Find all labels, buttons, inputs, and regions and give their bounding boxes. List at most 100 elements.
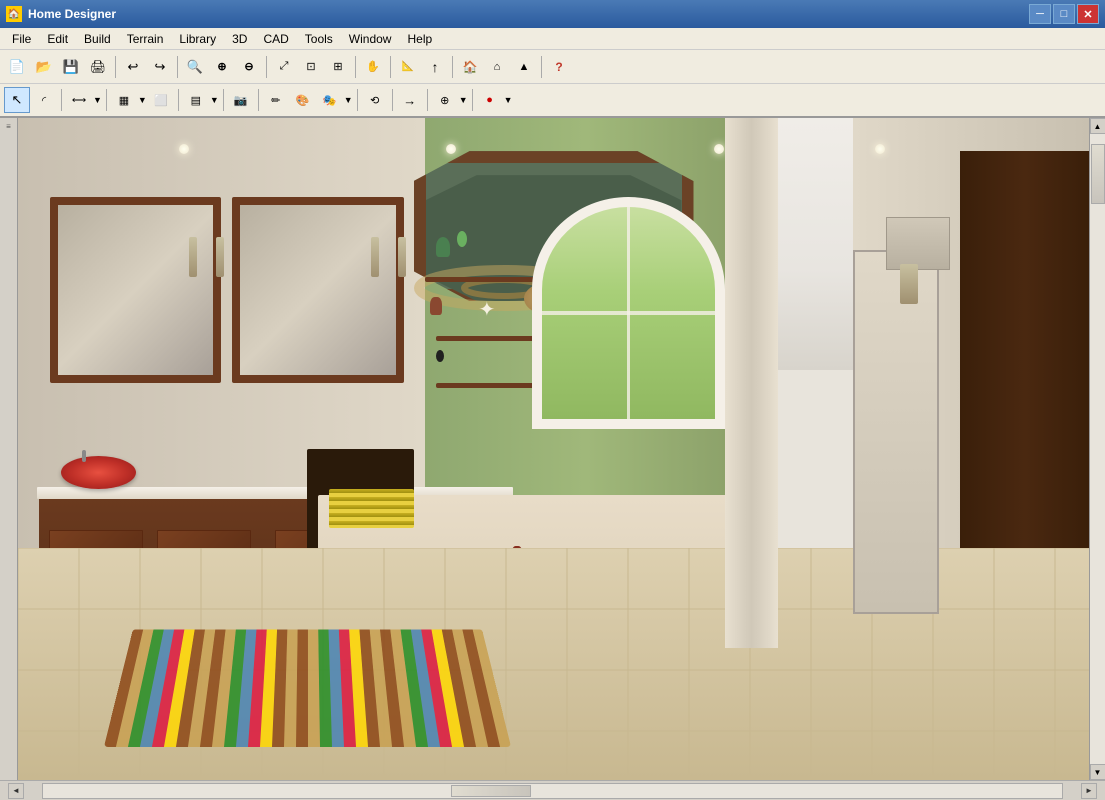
scroll-thumb-horizontal[interactable] <box>451 785 531 797</box>
material-button[interactable]: 🎭 <box>317 87 343 113</box>
menu-3d[interactable]: 3D <box>224 30 255 48</box>
sink-bowl-left <box>61 456 136 489</box>
separator-16 <box>472 89 473 111</box>
scroll-up-button[interactable]: ▲ <box>1090 118 1105 134</box>
zoom-in-button[interactable]: ⊕ <box>209 54 235 80</box>
dimension-button[interactable]: ⟷ <box>66 87 92 113</box>
transform-icon: ⟲ <box>370 94 379 107</box>
shower-area <box>853 250 939 614</box>
separator-12 <box>258 89 259 111</box>
menu-tools[interactable]: Tools <box>297 30 341 48</box>
shelf-vase-1 <box>436 237 450 257</box>
pan-icon: ✋ <box>366 60 380 73</box>
menu-help[interactable]: Help <box>399 30 440 48</box>
select-icon: ↖ <box>12 92 23 108</box>
camera-button[interactable]: 📷 <box>228 87 254 113</box>
vase-1 <box>430 297 442 315</box>
scroll-track-vertical[interactable] <box>1090 134 1105 764</box>
zoom-in-glass-button[interactable]: 🔍 <box>182 54 208 80</box>
save-button[interactable]: 💾 <box>58 54 84 80</box>
arc-select-button[interactable]: ◜ <box>31 87 57 113</box>
toolbar-1: 📄 📂 💾 🖨 ↩ ↪ 🔍 ⊕ ⊖ ⤢ ⊡ ⊞ ✋ 📐 ↑ <box>0 50 1105 84</box>
window-frame <box>532 197 725 429</box>
pencil-button[interactable]: ✏ <box>263 87 289 113</box>
separator-7 <box>541 56 542 78</box>
menu-terrain[interactable]: Terrain <box>119 30 172 48</box>
zoom-out-button[interactable]: ⊖ <box>236 54 262 80</box>
stairs-dropdown[interactable]: ▼ <box>210 95 219 105</box>
menu-window[interactable]: Window <box>341 30 400 48</box>
3d-house-button[interactable]: 🏠 <box>457 54 483 80</box>
transform-button[interactable]: ⟲ <box>362 87 388 113</box>
scroll-down-button[interactable]: ▼ <box>1090 764 1105 780</box>
record-icon: ● <box>486 94 493 106</box>
room-button[interactable]: ⬜ <box>148 87 174 113</box>
scrollbar-vertical[interactable]: ▲ ▼ <box>1089 118 1105 780</box>
left-panel: ≡ <box>0 118 18 780</box>
pan-button[interactable]: ✋ <box>360 54 386 80</box>
zoom-box-icon: ⊡ <box>306 60 315 73</box>
zoom-in-glass-icon: 🔍 <box>187 60 203 73</box>
close-button[interactable]: ✕ <box>1077 4 1099 24</box>
open-icon: 📂 <box>36 60 52 73</box>
scrollbar-horizontal[interactable] <box>42 783 1063 799</box>
wall-type-button[interactable]: ▦ <box>111 87 137 113</box>
roof-button[interactable]: ▲ <box>511 54 537 80</box>
sconce-right-1 <box>371 237 379 277</box>
pencil-icon: ✏ <box>271 94 280 107</box>
zoom-box-button[interactable]: ⊡ <box>298 54 324 80</box>
record-button[interactable]: ● <box>477 87 503 113</box>
cursor-plus-button[interactable]: ⊕ <box>432 87 458 113</box>
separator-10 <box>178 89 179 111</box>
arrow-right-icon: → <box>403 93 416 108</box>
select-button[interactable]: ↖ <box>4 87 30 113</box>
stairs-icon: ▤ <box>191 94 201 107</box>
colors-button[interactable]: 🎨 <box>290 87 316 113</box>
separator-2 <box>177 56 178 78</box>
canvas-area[interactable]: ✦ <box>18 118 1089 780</box>
mirror-left <box>50 197 221 382</box>
open-button[interactable]: 📂 <box>31 54 57 80</box>
redo-button[interactable]: ↪ <box>147 54 173 80</box>
maximize-button[interactable]: □ <box>1053 4 1075 24</box>
scroll-left-button[interactable]: ◄ <box>8 783 24 799</box>
menu-file[interactable]: File <box>4 30 39 48</box>
cursor-plus-dropdown[interactable]: ▼ <box>459 95 468 105</box>
sconce-left-2 <box>216 237 224 277</box>
arrow-right-button[interactable]: → <box>397 87 423 113</box>
print-button[interactable]: 🖨 <box>85 54 111 80</box>
dimension-dropdown[interactable]: ▼ <box>93 95 102 105</box>
status-bar: ◄ ► <box>0 780 1105 800</box>
zoom-box2-button[interactable]: ⊞ <box>325 54 351 80</box>
left-panel-icon: ≡ <box>6 122 11 131</box>
undo-button[interactable]: ↩ <box>120 54 146 80</box>
marker-button[interactable]: 📐 <box>395 54 421 80</box>
record-dropdown[interactable]: ▼ <box>504 95 513 105</box>
menu-cad[interactable]: CAD <box>255 30 296 48</box>
help-button[interactable]: ? <box>546 54 572 80</box>
scroll-right-button[interactable]: ► <box>1081 783 1097 799</box>
fill-window-icon: ⤢ <box>280 60 289 73</box>
wall-type-dropdown[interactable]: ▼ <box>138 95 147 105</box>
camera-icon: 📷 <box>234 94 248 107</box>
menu-edit[interactable]: Edit <box>39 30 76 48</box>
clock-object <box>436 350 444 362</box>
arc-select-icon: ◜ <box>42 94 46 107</box>
menu-build[interactable]: Build <box>76 30 119 48</box>
arrow-up-button[interactable]: ↑ <box>422 54 448 80</box>
dimension-icon: ⟷ <box>72 95 86 106</box>
fill-window-button[interactable]: ⤢ <box>271 54 297 80</box>
title-bar: 🏠 Home Designer ─ □ ✕ <box>0 0 1105 28</box>
floor-plan-button[interactable]: ⌂ <box>484 54 510 80</box>
material-dropdown[interactable]: ▼ <box>344 95 353 105</box>
stairs-button[interactable]: ▤ <box>183 87 209 113</box>
menu-bar: File Edit Build Terrain Library 3D CAD T… <box>0 28 1105 50</box>
new-button[interactable]: 📄 <box>4 54 30 80</box>
new-icon: 📄 <box>9 60 25 73</box>
menu-library[interactable]: Library <box>171 30 224 48</box>
app-icon: 🏠 <box>6 6 22 22</box>
main-area: ≡ <box>0 118 1105 780</box>
separator-11 <box>223 89 224 111</box>
scroll-thumb-vertical[interactable] <box>1091 144 1105 204</box>
minimize-button[interactable]: ─ <box>1029 4 1051 24</box>
